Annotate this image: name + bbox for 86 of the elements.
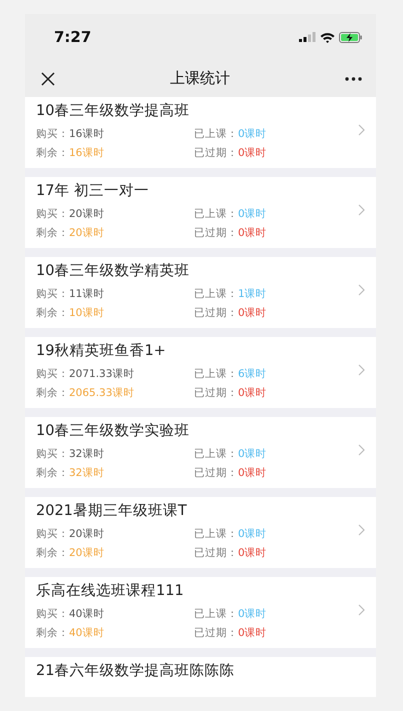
- stat-value: 20课时: [69, 528, 104, 540]
- stat-label: 购买：: [36, 528, 69, 540]
- course-card[interactable]: 10春三年级数学实验班 购买：32课时 已上课：0课时 剩余：32课时 已过期：0课时: [25, 417, 376, 488]
- stat-label: 已过期：: [194, 387, 238, 399]
- stat-value: 0课时: [238, 448, 267, 460]
- course-card[interactable]: 19秋精英班鱼香1+ 购买：2071.33课时 已上课：6课时 剩余：2065.33课时 已过期：0课时: [25, 337, 376, 408]
- stat-label: 剩余：: [36, 307, 69, 319]
- stat-label: 已过期：: [194, 467, 238, 479]
- stat-label: 已过期：: [194, 147, 238, 159]
- stat-value: 40课时: [69, 627, 104, 639]
- stat-value: 2071.33课时: [69, 368, 134, 380]
- course-title: 17年 初三一对一: [36, 182, 150, 201]
- stat-value: 11课时: [69, 288, 104, 300]
- stat-label: 购买：: [36, 208, 69, 220]
- stat-value: 16课时: [69, 128, 104, 140]
- stat-label: 已过期：: [194, 307, 238, 319]
- stat-label: 剩余：: [36, 387, 69, 399]
- stat-label: 已上课：: [194, 128, 238, 140]
- wifi-icon: [320, 32, 335, 42]
- stat-value: 16课时: [69, 147, 104, 159]
- course-title: 10春三年级数学精英班: [36, 262, 190, 281]
- stat-label: 已过期：: [194, 227, 238, 239]
- course-card[interactable]: 21春六年级数学提高班陈陈陈: [25, 657, 376, 697]
- course-title: 乐高在线选班课程111: [36, 582, 185, 601]
- stat-value: 0课时: [238, 307, 267, 319]
- course-card[interactable]: 2021暑期三年级班课T 购买：20课时 已上课：0课时 剩余：20课时 已过期：0课时: [25, 497, 376, 568]
- stat-value: 0课时: [238, 128, 267, 140]
- course-title: 10春三年级数学实验班: [36, 422, 190, 441]
- page-title: 上课统计: [170, 68, 230, 90]
- stat-label: 剩余：: [36, 627, 69, 639]
- stat-value: 40课时: [69, 608, 104, 620]
- battery-charging-icon: [339, 32, 362, 42]
- stat-label: 已过期：: [194, 627, 238, 639]
- stat-value: 10课时: [69, 307, 104, 319]
- stat-value: 0课时: [238, 627, 267, 639]
- stat-value: 20课时: [69, 208, 104, 220]
- chevron-right-icon: [358, 284, 365, 296]
- stat-label: 已上课：: [194, 528, 238, 540]
- stat-label: 剩余：: [36, 227, 69, 239]
- stat-label: 已过期：: [194, 547, 238, 559]
- chevron-right-icon: [358, 364, 365, 376]
- signal-icon: [299, 32, 316, 42]
- stat-value: 32课时: [69, 448, 104, 460]
- chevron-right-icon: [358, 604, 365, 616]
- stat-value: 2065.33课时: [69, 387, 134, 399]
- stat-label: 购买：: [36, 128, 69, 140]
- stat-value: 0课时: [238, 608, 267, 620]
- course-title: 10春三年级数学提高班: [36, 102, 190, 121]
- stat-label: 已上课：: [194, 608, 238, 620]
- stat-value: 1课时: [238, 288, 267, 300]
- stat-value: 32课时: [69, 467, 104, 479]
- stat-label: 购买：: [36, 288, 69, 300]
- stat-value: 0课时: [238, 467, 267, 479]
- chevron-right-icon: [358, 444, 365, 456]
- stat-value: 0课时: [238, 227, 267, 239]
- chevron-right-icon: [358, 124, 365, 136]
- course-card[interactable]: 10春三年级数学精英班 购买：11课时 已上课：1课时 剩余：10课时 已过期：0课时: [25, 257, 376, 328]
- stat-label: 剩余：: [36, 467, 69, 479]
- stat-value: 0课时: [238, 528, 267, 540]
- stat-label: 已上课：: [194, 288, 238, 300]
- course-title: 2021暑期三年级班课T: [36, 502, 188, 521]
- course-title: 19秋精英班鱼香1+: [36, 342, 167, 361]
- close-icon[interactable]: [41, 72, 55, 86]
- stat-value: 0课时: [238, 387, 267, 399]
- more-icon[interactable]: [345, 76, 362, 80]
- stat-value: 20课时: [69, 227, 104, 239]
- stat-label: 剩余：: [36, 147, 69, 159]
- stat-label: 购买：: [36, 368, 69, 380]
- stat-label: 购买：: [36, 608, 69, 620]
- course-card[interactable]: 10春三年级数学提高班 购买：16课时 已上课：0课时 剩余：16课时 已过期：0课时: [25, 97, 376, 168]
- stat-value: 0课时: [238, 547, 267, 559]
- status-time: 7:27: [54, 26, 92, 48]
- chevron-right-icon: [358, 524, 365, 536]
- course-title: 21春六年级数学提高班陈陈陈: [36, 662, 236, 681]
- stat-value: 0课时: [238, 208, 267, 220]
- course-card[interactable]: 乐高在线选班课程111 购买：40课时 已上课：0课时 剩余：40课时 已过期：0课时: [25, 577, 376, 648]
- stat-label: 剩余：: [36, 547, 69, 559]
- stat-label: 已上课：: [194, 448, 238, 460]
- chevron-right-icon: [358, 204, 365, 216]
- course-card[interactable]: 17年 初三一对一 购买：20课时 已上课：0课时 剩余：20课时 已过期：0课时: [25, 177, 376, 248]
- stat-label: 已上课：: [194, 208, 238, 220]
- stat-label: 已上课：: [194, 368, 238, 380]
- stat-value: 20课时: [69, 547, 104, 559]
- stat-label: 购买：: [36, 448, 69, 460]
- stat-value: 6课时: [238, 368, 267, 380]
- stat-value: 0课时: [238, 147, 267, 159]
